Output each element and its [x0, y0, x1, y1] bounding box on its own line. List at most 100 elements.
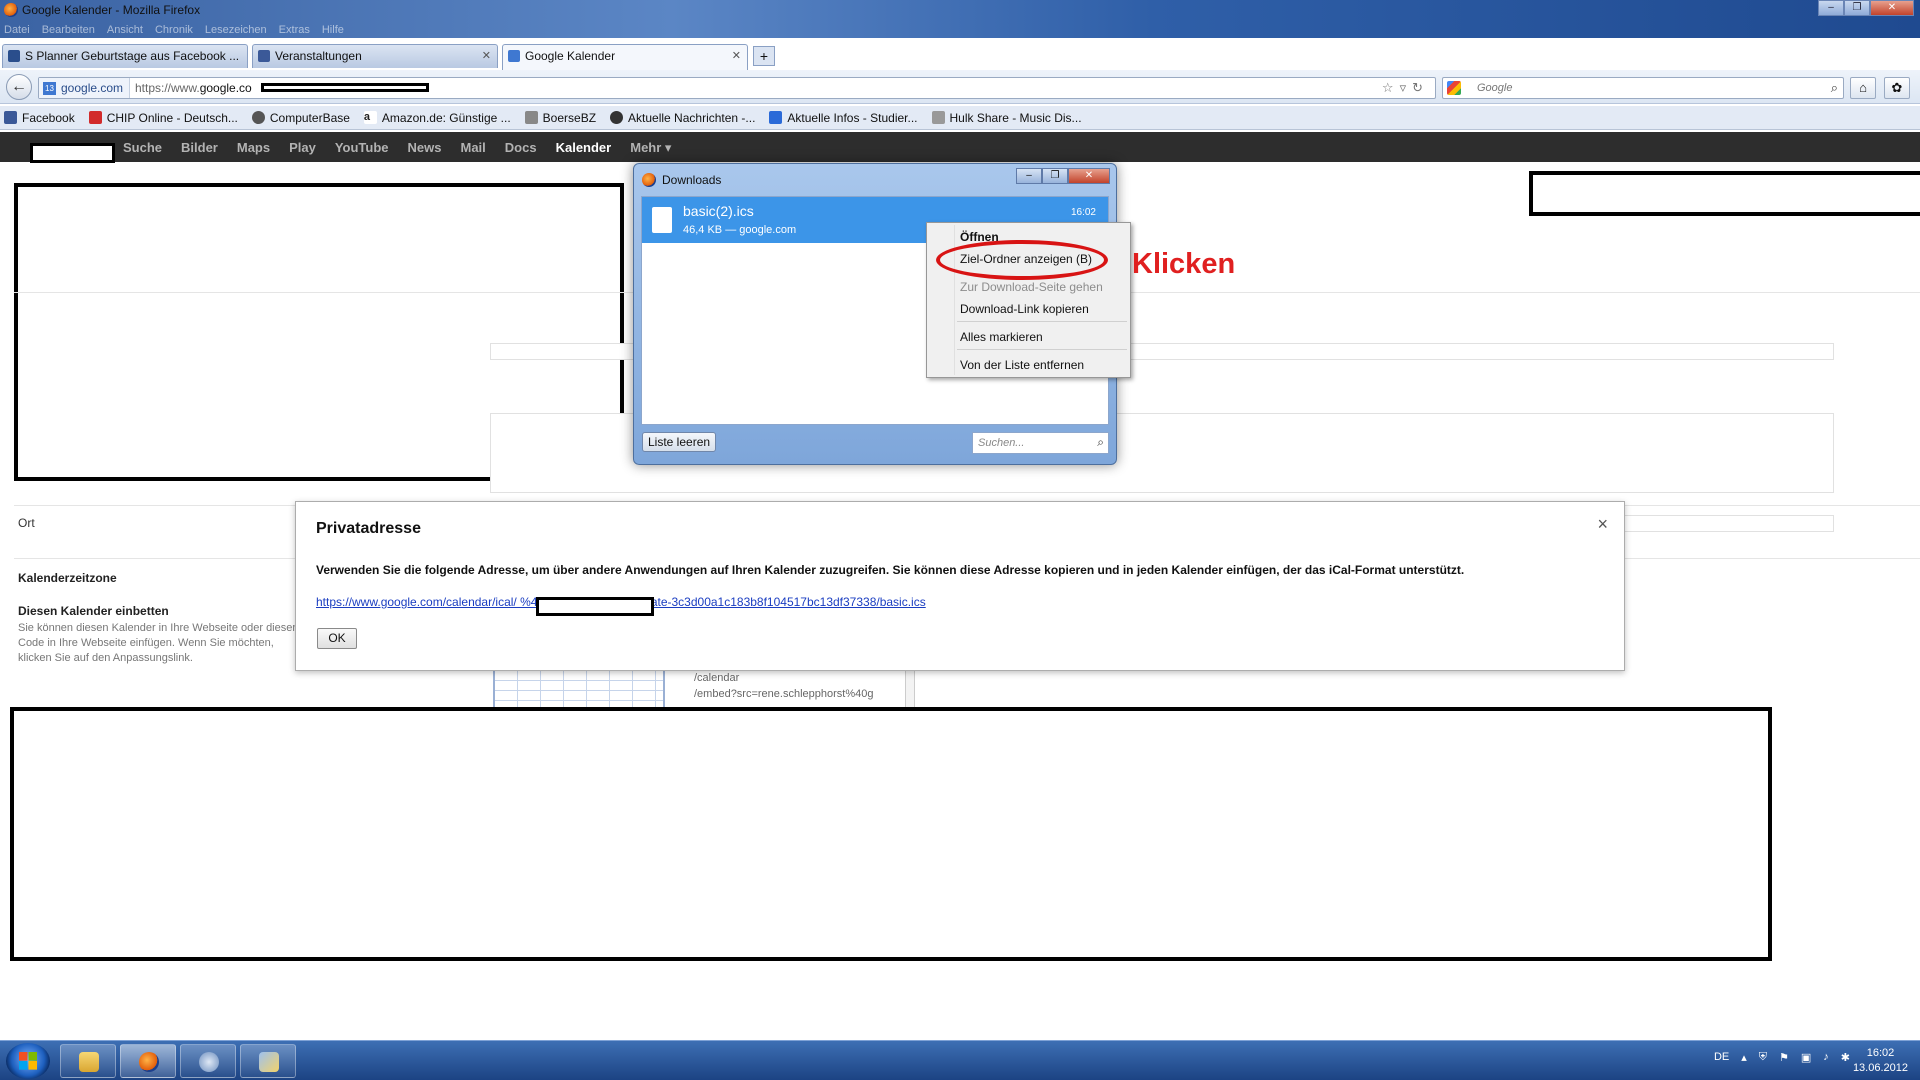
bookmark-hulkshare[interactable]: Hulk Share - Music Dis...: [931, 111, 1082, 125]
back-button[interactable]: ←: [6, 74, 32, 100]
bookmark-computerbase[interactable]: ComputerBase: [251, 110, 350, 125]
computerbase-icon: [251, 111, 265, 124]
network-icon[interactable]: ▣: [1801, 1051, 1811, 1064]
maximize-button[interactable]: ❐: [1844, 0, 1870, 16]
menu-item-alles-markieren[interactable]: Alles markieren: [960, 330, 1043, 344]
taskbar-explorer[interactable]: [60, 1044, 116, 1078]
taskbar-mail[interactable]: [180, 1044, 236, 1078]
minimize-button[interactable]: –: [1818, 0, 1844, 16]
menu-extras[interactable]: Extras: [279, 24, 310, 36]
redaction-box: [30, 143, 115, 163]
dropdown-icon[interactable]: ▿: [1400, 80, 1413, 95]
bookmark-label: ComputerBase: [269, 110, 350, 125]
new-tab-button[interactable]: +: [753, 46, 775, 66]
taskbar-paint[interactable]: [240, 1044, 296, 1078]
search-bar[interactable]: Google ⌕: [1442, 77, 1844, 99]
firefox-icon: [139, 1052, 159, 1072]
shield-icon[interactable]: ⛨: [1759, 1051, 1767, 1064]
menu-bar: Datei Bearbeiten Ansicht Chronik Lesezei…: [4, 24, 344, 36]
hulkshare-icon: [931, 111, 945, 124]
bluetooth-icon[interactable]: ✱: [1841, 1051, 1850, 1064]
language-indicator[interactable]: DE: [1714, 1051, 1729, 1064]
taskbar: DE ▴ ⛨ ⚑ ▣ ♪ ✱ 16:02 13.06.2012: [0, 1040, 1920, 1080]
mail-icon: [199, 1052, 219, 1072]
gbar-suche[interactable]: Suche: [123, 140, 162, 156]
clear-list-button[interactable]: Liste leeren: [642, 432, 717, 452]
gbar-youtube[interactable]: YouTube: [335, 140, 389, 156]
flag-icon[interactable]: ⚑: [1779, 1051, 1789, 1064]
site-identity[interactable]: 13 google.com: [39, 78, 131, 98]
bookmark-boersebz[interactable]: BoerseBZ: [524, 111, 596, 125]
gbar-kalender[interactable]: Kalender: [556, 140, 612, 156]
close-button[interactable]: ✕: [1068, 168, 1110, 184]
menu-bearbeiten[interactable]: Bearbeiten: [42, 24, 95, 36]
gbar-mehr[interactable]: Mehr ▾: [630, 140, 671, 156]
paint-icon: [259, 1052, 279, 1072]
menu-ansicht[interactable]: Ansicht: [107, 24, 143, 36]
url-domain: google.co: [199, 81, 252, 95]
gbar-bilder[interactable]: Bilder: [181, 140, 218, 156]
downloads-search-placeholder: Suchen...: [978, 437, 1025, 449]
clock-time: 16:02: [1866, 1047, 1895, 1059]
tab-favicon-icon: [8, 50, 20, 62]
maximize-button[interactable]: ❐: [1042, 168, 1068, 184]
taskbar-firefox[interactable]: [120, 1044, 176, 1078]
url-bar[interactable]: 13 google.com https://www.google.co ☆▿↻: [38, 77, 1436, 99]
annotation-label: Klicken: [1132, 248, 1236, 280]
start-button[interactable]: [6, 1043, 50, 1079]
menu-hilfe[interactable]: Hilfe: [322, 24, 344, 36]
facebook-icon: [4, 111, 17, 124]
search-placeholder: Google: [1477, 82, 1513, 94]
addon-button[interactable]: ✿: [1884, 77, 1910, 99]
search-icon[interactable]: ⌕: [1831, 80, 1838, 96]
tab-label: Veranstaltungen: [275, 49, 362, 63]
home-button[interactable]: ⌂: [1850, 77, 1876, 99]
menu-lesezeichen[interactable]: Lesezeichen: [205, 24, 267, 36]
tab-close-icon[interactable]: ✕: [732, 49, 741, 62]
redaction-box: [536, 597, 654, 616]
embed-preview: [493, 668, 665, 710]
menu-chronik[interactable]: Chronik: [155, 24, 193, 36]
gbar-maps[interactable]: Maps: [237, 140, 270, 156]
ok-button[interactable]: OK: [317, 628, 357, 649]
folder-icon: [79, 1052, 99, 1072]
bookmark-nachrichten[interactable]: Aktuelle Nachrichten -...: [610, 111, 755, 125]
menu-item-entfernen[interactable]: Von der Liste entfernen: [960, 358, 1084, 372]
gbar-news[interactable]: News: [408, 140, 442, 156]
clock-date: 13.06.2012: [1852, 1062, 1908, 1074]
bookmark-facebook[interactable]: Facebook: [4, 111, 75, 125]
windows-logo-icon: [19, 1052, 37, 1070]
bookmark-amazon[interactable]: a Amazon.de: Günstige ...: [363, 110, 511, 125]
bookmark-star-icon[interactable]: ☆: [1382, 80, 1400, 95]
search-icon: ⌕: [1097, 435, 1104, 449]
embed-scrollbar[interactable]: [905, 668, 915, 708]
close-window-button[interactable]: ✕: [1870, 0, 1914, 16]
close-icon[interactable]: ×: [1597, 514, 1608, 535]
window-titlebar: Google Kalender - Mozilla Firefox Datei …: [0, 0, 1920, 38]
tab-close-icon[interactable]: ✕: [482, 49, 491, 62]
bookmark-chip[interactable]: CHIP Online - Deutsch...: [88, 111, 238, 125]
gbar-docs[interactable]: Docs: [505, 140, 537, 156]
minimize-button[interactable]: –: [1016, 168, 1042, 184]
menu-datei[interactable]: Datei: [4, 24, 30, 36]
url-prefix: https://www.: [135, 81, 200, 95]
volume-icon[interactable]: ♪: [1823, 1051, 1829, 1064]
embed-help-text: Sie können diesen Kalender in Ihre Webse…: [18, 622, 299, 664]
reload-icon[interactable]: ↻: [1412, 80, 1429, 95]
bookmark-label: Amazon.de: Günstige ...: [381, 110, 511, 125]
tab-label: Google Kalender: [525, 49, 616, 63]
downloads-search-input[interactable]: Suchen... ⌕: [972, 432, 1109, 454]
menu-item-link-kopieren[interactable]: Download-Link kopieren: [960, 302, 1089, 316]
redaction-box: [1529, 171, 1920, 216]
tab-s-planner[interactable]: S Planner Geburtstage aus Facebook ...: [2, 44, 248, 68]
bookmark-studier[interactable]: Aktuelle Infos - Studier...: [769, 111, 918, 125]
show-hidden-icons-icon[interactable]: ▴: [1741, 1051, 1747, 1064]
downloads-window-controls: – ❐ ✕: [1016, 168, 1110, 184]
tab-veranstaltungen[interactable]: Veranstaltungen ✕: [252, 44, 498, 68]
tab-google-kalender[interactable]: Google Kalender ✕: [502, 44, 748, 70]
embed-code[interactable]: /calendar /embed?src=rene.schlepphorst%4…: [694, 670, 873, 702]
gbar-mail[interactable]: Mail: [461, 140, 486, 156]
clock[interactable]: 16:02 13.06.2012: [1853, 1046, 1908, 1076]
dialog-title: Privatadresse: [316, 520, 421, 537]
gbar-play[interactable]: Play: [289, 140, 316, 156]
